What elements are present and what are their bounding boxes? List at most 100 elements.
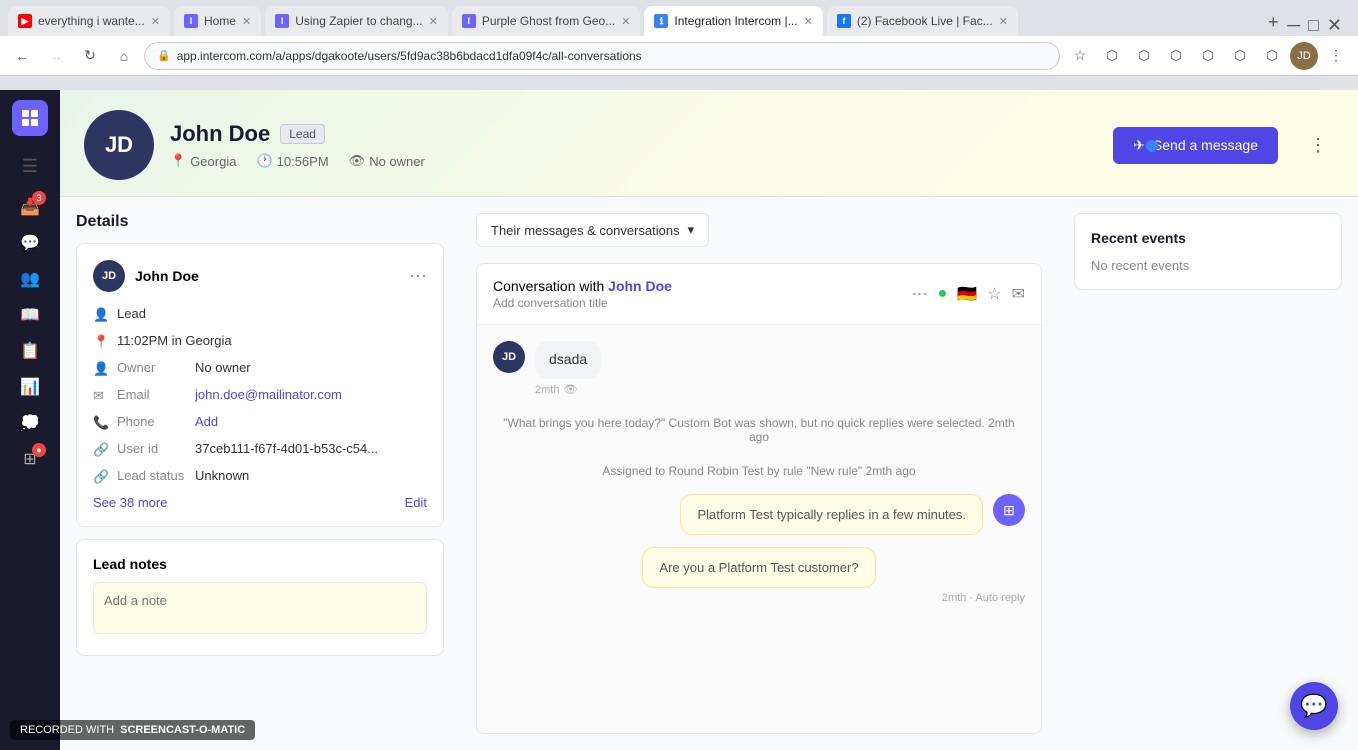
owner-detail-value: No owner xyxy=(195,360,251,375)
userid-icon: 🔗 xyxy=(93,442,109,458)
owner-icon: 👁 xyxy=(349,153,366,169)
conversation-card: Conversation with John Doe Add conversat… xyxy=(476,263,1042,734)
message-icon[interactable]: 💭 xyxy=(12,405,48,441)
browser-tab-tab2[interactable]: I Home ✕ xyxy=(174,6,261,36)
timezone-value: 11:02PM in Georgia xyxy=(117,333,232,348)
extension-icon-3[interactable]: ⬡ xyxy=(1162,42,1190,70)
extension-icon-6[interactable]: ⬡ xyxy=(1258,42,1286,70)
app-layout: ☰ 📥3💬👥📖📋📊💭⊞● JD John Doe Lead 📍 Georgia xyxy=(0,90,1358,750)
intercom-chat-button[interactable]: 💬 xyxy=(1290,682,1338,730)
minimize-button[interactable]: ─ xyxy=(1287,15,1300,36)
conv-subtitle: Add conversation title xyxy=(493,296,672,310)
user-avatar: JD xyxy=(84,110,154,180)
details-title: Details xyxy=(76,213,444,231)
bot-question-bubble: Are you a Platform Test customer? xyxy=(642,547,875,588)
browser-tabs: ▶ everything i wante... ✕ I Home ✕ I Usi… xyxy=(0,0,1358,36)
header-more-button[interactable]: ⋮ xyxy=(1302,129,1334,161)
card-more-button[interactable]: ⋯ xyxy=(409,266,427,287)
conv-email-icon[interactable]: ✉ xyxy=(1012,284,1025,304)
bot-bubble-area: Platform Test typically replies in a few… xyxy=(680,494,983,535)
phone-icon: 📞 xyxy=(93,415,109,431)
extension-icon-5[interactable]: ⬡ xyxy=(1226,42,1254,70)
chart-icon[interactable]: 📊 xyxy=(12,369,48,405)
maximize-button[interactable]: □ xyxy=(1308,15,1319,36)
edit-button[interactable]: Edit xyxy=(405,495,427,510)
email-value[interactable]: john.doe@mailinator.com xyxy=(195,387,342,402)
browser-tab-tab5[interactable]: ℹ Integration Intercom |... ✕ xyxy=(644,6,822,36)
close-button[interactable]: ✕ xyxy=(1327,15,1342,36)
extension-icon-1[interactable]: ⬡ xyxy=(1098,42,1126,70)
book-icon[interactable]: 📖 xyxy=(12,297,48,333)
extension-icon-2[interactable]: ⬡ xyxy=(1130,42,1158,70)
message-avatar: JD xyxy=(493,341,525,373)
location-text: Georgia xyxy=(190,154,236,169)
conversations-filter-button[interactable]: Their messages & conversations ▾ xyxy=(476,213,709,247)
auto-reply-time: 2mth · Auto reply xyxy=(493,592,1025,604)
card-user-name: John Doe xyxy=(135,268,199,284)
person-icon: 👤 xyxy=(93,307,109,323)
tab-close-icon[interactable]: ✕ xyxy=(242,15,251,28)
browser-tab-tab4[interactable]: I Purple Ghost from Geo... ✕ xyxy=(452,6,641,36)
system-message-2: Assigned to Round Robin Test by rule "Ne… xyxy=(493,460,1025,482)
chat-icon[interactable]: 💬 xyxy=(12,225,48,261)
home-button[interactable]: ⌂ xyxy=(110,42,138,70)
filter-bar: Their messages & conversations ▾ xyxy=(476,213,1042,247)
browser-tab-tab1[interactable]: ▶ everything i wante... ✕ xyxy=(8,6,170,36)
card-user: JD John Doe xyxy=(93,260,199,292)
owner-meta: 👁 No owner xyxy=(349,153,425,169)
bot-avatar-icon: ⊞ xyxy=(993,494,1025,526)
forward-button[interactable]: → xyxy=(42,42,70,70)
conv-card-header: Conversation with John Doe Add conversat… xyxy=(477,264,1041,325)
tab-close-icon[interactable]: ✕ xyxy=(621,15,630,28)
location-meta: 📍 Georgia xyxy=(170,153,236,169)
apps-icon[interactable]: ⊞● xyxy=(12,441,48,477)
userid-value: 37ceb111-f67f-4d01-b53c-c54... xyxy=(195,441,378,456)
location-icon: 📍 xyxy=(170,153,186,169)
extension-icon-4[interactable]: ⬡ xyxy=(1194,42,1222,70)
hamburger-menu[interactable]: ☰ xyxy=(14,148,46,185)
notes-input[interactable] xyxy=(93,582,427,634)
bot-message-1: Platform Test typically replies in a few… xyxy=(493,494,1025,535)
conv-more-icon[interactable]: ⋯ xyxy=(912,284,928,304)
phone-add-button[interactable]: Add xyxy=(195,414,218,429)
card-header: JD John Doe ⋯ xyxy=(93,260,427,292)
timezone-icon: 📍 xyxy=(93,334,109,350)
conv-status-icon[interactable]: ● xyxy=(938,285,948,303)
conv-title-area: Conversation with John Doe Add conversat… xyxy=(493,278,672,310)
browser-tab-tab6[interactable]: f (2) Facebook Live | Fac... ✕ xyxy=(827,6,1018,36)
list-icon[interactable]: 📋 xyxy=(12,333,48,369)
events-panel: Recent events No recent events xyxy=(1058,197,1358,750)
clock-icon: 🕐 xyxy=(256,153,272,169)
back-button[interactable]: ← xyxy=(8,42,36,70)
user-name: John Doe xyxy=(170,121,270,147)
conv-star-icon[interactable]: ☆ xyxy=(987,284,1001,304)
message-seen-icon: 👁 xyxy=(563,383,577,396)
bot-question: Are you a Platform Test customer? 2mth ·… xyxy=(493,547,1025,604)
address-bar[interactable]: 🔒 app.intercom.com/a/apps/dgakoote/users… xyxy=(144,42,1060,70)
tab-close-icon[interactable]: ✕ xyxy=(999,15,1008,28)
profile-meta: 📍 Georgia 🕐 10:56PM 👁 No owner xyxy=(170,153,1097,169)
tab-close-icon[interactable]: ✕ xyxy=(429,15,438,28)
see-more-button[interactable]: See 38 more xyxy=(93,495,167,510)
menu-icon[interactable]: ⋮ xyxy=(1322,42,1350,70)
detail-leadstatus: 🔗 Lead status Unknown xyxy=(93,468,427,485)
contacts-icon[interactable]: 👥 xyxy=(12,261,48,297)
app-logo xyxy=(12,100,48,136)
send-message-button[interactable]: ✈ Send a message xyxy=(1113,127,1278,164)
profile-icon[interactable]: JD xyxy=(1290,42,1318,70)
bookmark-star-icon[interactable]: ☆ xyxy=(1066,42,1094,70)
detail-owner: 👤 Owner No owner xyxy=(93,360,427,377)
inbox-icon[interactable]: 📥3 xyxy=(12,189,48,225)
send-icon: ✈ xyxy=(1133,137,1145,154)
see-more-row: See 38 more Edit xyxy=(93,495,427,510)
browser-tab-tab3[interactable]: I Using Zapier to chang... ✕ xyxy=(265,6,448,36)
address-text: app.intercom.com/a/apps/dgakoote/users/5… xyxy=(177,49,642,63)
reload-button[interactable]: ↻ xyxy=(76,42,104,70)
notes-title: Lead notes xyxy=(93,556,427,572)
filter-label: Their messages & conversations xyxy=(491,223,680,238)
new-tab-button[interactable]: + xyxy=(1259,8,1287,36)
conv-title-name: John Doe xyxy=(608,278,672,294)
message-bubble: dsada xyxy=(535,341,601,379)
tab-close-icon[interactable]: ✕ xyxy=(804,15,813,28)
tab-close-icon[interactable]: ✕ xyxy=(151,15,160,28)
